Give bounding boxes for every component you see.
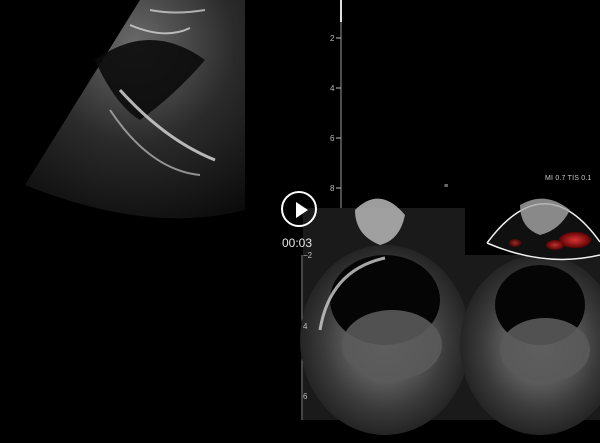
depth-label: 8	[330, 184, 335, 193]
depth-label: 4	[330, 84, 335, 93]
doppler-readout: MI 0.7 TIS 0.1	[545, 175, 592, 182]
play-button[interactable]	[281, 191, 317, 227]
bmode-pane-center	[300, 198, 470, 435]
depth-label: 6	[330, 134, 335, 143]
depth-label: 6	[303, 392, 308, 401]
depth-label: 2	[330, 34, 335, 43]
pane-marker: ≡	[444, 183, 449, 190]
doppler-pane-right	[460, 198, 600, 435]
playback-time: 00:03	[282, 236, 313, 250]
play-icon	[296, 202, 308, 218]
depth-label: −2	[303, 251, 313, 260]
sector-image-top-left	[25, 0, 245, 219]
depth-label: 4	[303, 322, 308, 331]
